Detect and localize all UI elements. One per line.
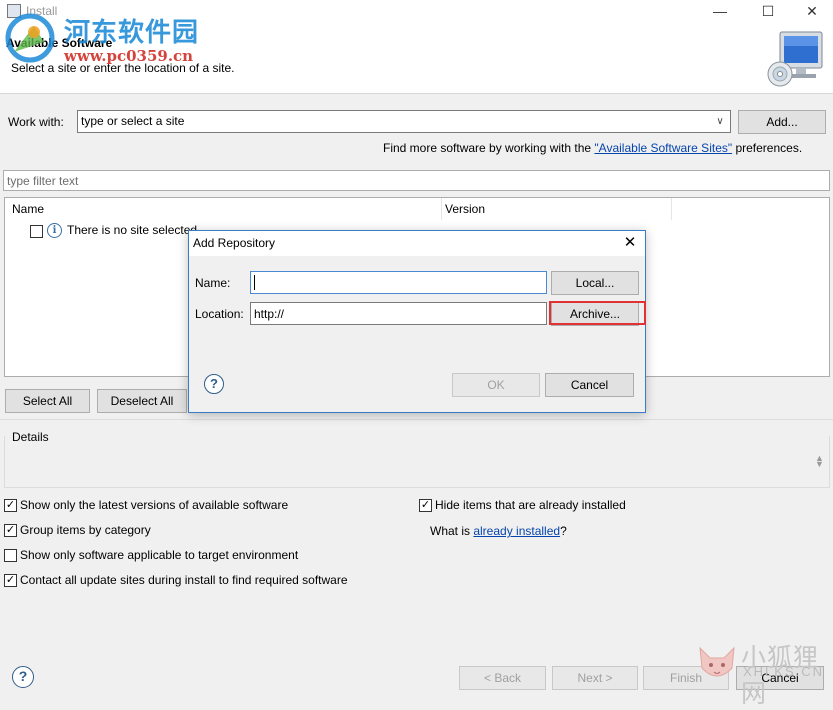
divider (0, 419, 833, 420)
tree-item-label: There is no site selected. (67, 223, 201, 237)
location-label: Location: (195, 307, 244, 321)
checkbox-hide-installed[interactable]: ✓ (419, 499, 432, 512)
repository-location-value: http:// (254, 307, 285, 321)
local-button[interactable]: Local... (551, 271, 639, 295)
checkbox-group-by-category[interactable]: ✓ (4, 524, 17, 537)
find-more-prefix: Find more software by working with the (383, 141, 595, 155)
next-button[interactable]: Next > (552, 666, 638, 690)
option-label: Group items by category (20, 523, 151, 537)
watermark-en-text: XHLKS.CN (743, 664, 825, 679)
column-divider (441, 198, 442, 220)
checkbox-latest-versions[interactable]: ✓ (4, 499, 17, 512)
repository-name-input[interactable] (250, 271, 547, 294)
column-header-version[interactable]: Version (445, 202, 485, 216)
back-button[interactable]: < Back (459, 666, 546, 690)
filter-placeholder: type filter text (7, 174, 79, 188)
ok-button[interactable]: OK (452, 373, 540, 397)
what-is-prefix: What is (430, 524, 474, 538)
watermark-fox-icon (699, 646, 735, 677)
work-with-value: type or select a site (81, 114, 185, 128)
help-icon[interactable]: ? (204, 374, 224, 394)
add-repository-dialog: Add Repository ✕ Name: Local... Location… (188, 230, 646, 413)
name-label: Name: (195, 276, 231, 290)
close-icon[interactable]: ✕ (619, 234, 641, 254)
text-caret (254, 275, 255, 290)
what-is-installed-text: What is already installed? (430, 524, 567, 538)
available-software-sites-link[interactable]: "Available Software Sites" (594, 141, 732, 155)
select-all-button[interactable]: Select All (5, 389, 90, 413)
minimize-button[interactable]: — (698, 0, 742, 24)
watermark-title: 河东软件园 (64, 18, 200, 48)
work-with-label: Work with: (8, 115, 64, 129)
watermark-logo (5, 13, 55, 63)
dialog-titlebar: Add Repository ✕ (189, 231, 645, 256)
close-window-button[interactable]: ✕ (790, 0, 833, 24)
checkbox-target-environment[interactable] (4, 549, 17, 562)
details-label: Details (12, 430, 49, 444)
checkbox-contact-all-sites[interactable]: ✓ (4, 574, 17, 587)
option-label: Contact all update sites during install … (20, 573, 348, 587)
find-more-text: Find more software by working with the "… (383, 141, 802, 155)
help-icon[interactable]: ? (12, 666, 34, 688)
find-more-suffix: preferences. (732, 141, 803, 155)
info-icon: i (47, 223, 62, 238)
option-label: Show only the latest versions of availab… (20, 498, 289, 512)
chevron-down-icon[interactable]: ∨ (712, 113, 728, 130)
watermark-url: www.pc0359.cn (64, 47, 194, 65)
work-with-combo[interactable]: type or select a site ∨ (77, 110, 731, 133)
install-monitor-icon (767, 31, 823, 87)
details-box (4, 436, 830, 488)
tree-item-checkbox[interactable] (30, 225, 43, 238)
maximize-button[interactable]: ☐ (746, 0, 790, 24)
add-site-button[interactable]: Add... (738, 110, 826, 134)
dialog-cancel-button[interactable]: Cancel (545, 373, 634, 397)
filter-input[interactable]: type filter text (3, 170, 830, 191)
option-label: Show only software applicable to target … (20, 548, 299, 562)
column-divider (671, 198, 672, 220)
column-header-name[interactable]: Name (12, 202, 44, 216)
deselect-all-button[interactable]: Deselect All (97, 389, 187, 413)
scroll-arrows-icon[interactable]: ▲ ▼ (815, 454, 824, 469)
repository-location-input[interactable]: http:// (250, 302, 547, 325)
what-is-suffix: ? (560, 524, 567, 538)
dialog-title: Add Repository (193, 236, 276, 250)
archive-highlight-box (549, 301, 646, 325)
already-installed-link[interactable]: already installed (473, 524, 560, 538)
option-label: Hide items that are already installed (435, 498, 626, 512)
